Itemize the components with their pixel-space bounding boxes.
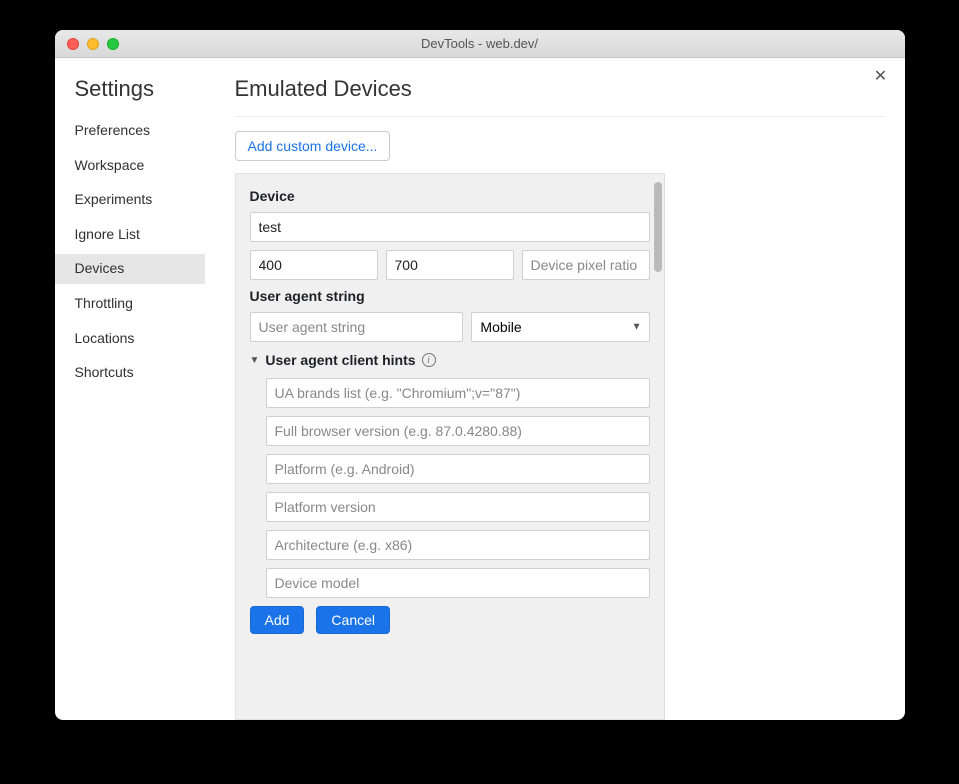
device-section-label: Device <box>250 188 650 204</box>
sidebar-item-preferences[interactable]: Preferences <box>75 116 195 146</box>
sidebar-item-ignore-list[interactable]: Ignore List <box>75 220 195 250</box>
add-button[interactable]: Add <box>250 606 305 634</box>
settings-sidebar: Settings Preferences Workspace Experimen… <box>55 68 195 720</box>
close-icon[interactable]: ✕ <box>871 66 891 86</box>
app-window: DevTools - web.dev/ ✕ Settings Preferenc… <box>55 30 905 720</box>
settings-main: Emulated Devices Add custom device... De… <box>195 68 905 720</box>
ua-type-select[interactable]: Mobile <box>471 312 649 342</box>
info-icon[interactable]: i <box>422 353 436 367</box>
cancel-button[interactable]: Cancel <box>316 606 390 634</box>
device-width-input[interactable] <box>250 250 378 280</box>
device-name-input[interactable] <box>250 212 650 242</box>
triangle-down-icon: ▼ <box>250 355 260 366</box>
platform-version-input[interactable] <box>266 492 650 522</box>
sidebar-item-devices[interactable]: Devices <box>55 254 205 284</box>
sidebar-item-experiments[interactable]: Experiments <box>75 185 195 215</box>
platform-input[interactable] <box>266 454 650 484</box>
architecture-input[interactable] <box>266 530 650 560</box>
form-buttons: Add Cancel <box>250 606 650 634</box>
device-pixel-ratio-input[interactable] <box>522 250 650 280</box>
full-browser-version-input[interactable] <box>266 416 650 446</box>
ua-brands-input[interactable] <box>266 378 650 408</box>
sidebar-item-workspace[interactable]: Workspace <box>75 151 195 181</box>
device-model-input[interactable] <box>266 568 650 598</box>
ua-string-input[interactable] <box>250 312 464 342</box>
ua-client-hints-body <box>250 378 650 598</box>
ua-type-select-wrap: Mobile ▼ <box>471 312 649 342</box>
device-form-panel: Device User agent string Mobile ▼ ▼ <box>235 173 665 720</box>
settings-panel: ✕ Settings Preferences Workspace Experim… <box>55 58 905 720</box>
window-title: DevTools - web.dev/ <box>55 36 905 51</box>
device-height-input[interactable] <box>386 250 514 280</box>
sidebar-item-throttling[interactable]: Throttling <box>75 289 195 319</box>
ua-client-hints-toggle[interactable]: ▼ User agent client hints i <box>250 352 650 368</box>
settings-title: Settings <box>75 76 195 102</box>
ua-client-hints-label: User agent client hints <box>265 352 415 368</box>
sidebar-item-shortcuts[interactable]: Shortcuts <box>75 358 195 388</box>
add-custom-device-button[interactable]: Add custom device... <box>235 131 391 161</box>
titlebar: DevTools - web.dev/ <box>55 30 905 58</box>
page-heading: Emulated Devices <box>235 76 885 117</box>
scrollbar-thumb[interactable] <box>654 182 662 272</box>
ua-section-label: User agent string <box>250 288 650 304</box>
sidebar-item-locations[interactable]: Locations <box>75 324 195 354</box>
